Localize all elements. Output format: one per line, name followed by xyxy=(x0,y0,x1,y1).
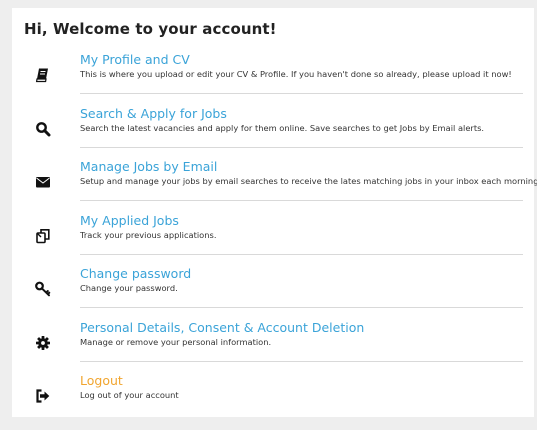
book-icon xyxy=(34,66,52,84)
copy-icon xyxy=(34,227,52,245)
search-jobs-link[interactable]: Search & Apply for Jobs xyxy=(80,106,227,121)
change-password-description: Change your password. xyxy=(80,283,178,293)
gear-icon xyxy=(34,334,52,352)
divider xyxy=(80,307,523,308)
account-panel: Hi, Welcome to your account! My Profile … xyxy=(12,8,537,417)
logout-link[interactable]: Logout xyxy=(80,373,123,388)
page-title: Hi, Welcome to your account! xyxy=(24,20,277,38)
menu-item-search: Search & Apply for Jobs Search the lates… xyxy=(12,104,534,157)
divider xyxy=(80,200,523,201)
envelope-icon xyxy=(34,173,52,191)
menu-item-applied-jobs: My Applied Jobs Track your previous appl… xyxy=(12,211,534,264)
my-profile-description: This is where you upload or edit your CV… xyxy=(80,69,512,79)
jobs-by-email-description: Setup and manage your jobs by email sear… xyxy=(80,176,537,186)
menu-item-profile: My Profile and CV This is where you uplo… xyxy=(12,50,534,103)
search-jobs-description: Search the latest vacancies and apply fo… xyxy=(80,123,485,133)
applied-jobs-link[interactable]: My Applied Jobs xyxy=(80,213,179,228)
applied-jobs-description: Track your previous applications. xyxy=(80,230,217,240)
divider xyxy=(80,361,523,362)
logout-description: Log out of your account xyxy=(80,390,179,400)
sign-out-icon xyxy=(34,387,52,405)
personal-details-link[interactable]: Personal Details, Consent & Account Dele… xyxy=(80,320,364,335)
divider xyxy=(80,93,523,94)
personal-details-description: Manage or remove your personal informati… xyxy=(80,337,272,347)
key-icon xyxy=(34,280,52,298)
menu-item-jobs-by-email: Manage Jobs by Email Setup and manage yo… xyxy=(12,157,537,210)
jobs-by-email-link[interactable]: Manage Jobs by Email xyxy=(80,159,217,174)
menu-item-personal-details: Personal Details, Consent & Account Dele… xyxy=(12,318,534,371)
divider xyxy=(80,147,523,148)
menu-item-change-password: Change password Change your password. xyxy=(12,264,534,317)
divider xyxy=(80,254,523,255)
search-icon xyxy=(34,120,52,138)
change-password-link[interactable]: Change password xyxy=(80,266,191,281)
my-profile-link[interactable]: My Profile and CV xyxy=(80,52,190,67)
menu-item-logout: Logout Log out of your account xyxy=(12,371,534,424)
